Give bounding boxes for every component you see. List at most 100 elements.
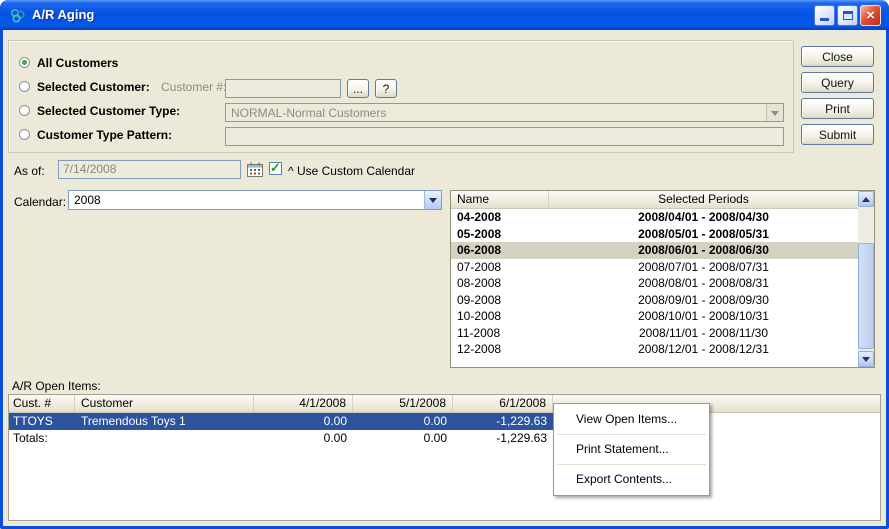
menu-item-view-open-items[interactable]: View Open Items... [555, 405, 708, 434]
period-row-08-2008[interactable]: 08-2008 2008/08/01 - 2008/08/31 [451, 275, 858, 292]
column-header-period2[interactable]: 5/1/2008 [353, 395, 453, 412]
period-row-04-2008[interactable]: 04-2008 2008/04/01 - 2008/04/30 [451, 209, 858, 226]
period-range: 2008/07/01 - 2008/07/31 [549, 259, 858, 276]
calendar-value: 2008 [74, 193, 421, 207]
periods-scrollbar[interactable] [858, 191, 874, 367]
close-icon: × [866, 8, 875, 23]
period-name: 07-2008 [451, 259, 549, 276]
customer-number-input[interactable] [225, 79, 341, 98]
period-row-12-2008[interactable]: 12-2008 2008/12/01 - 2008/12/31 [451, 341, 858, 358]
column-header-period1[interactable]: 4/1/2008 [254, 395, 353, 412]
period-name: 09-2008 [451, 292, 549, 309]
menu-item-print-statement[interactable]: Print Statement... [555, 435, 708, 464]
scrollbar-thumb[interactable] [858, 243, 874, 349]
customer-number-label: Customer #: [161, 80, 226, 94]
open-items-header: Cust. # Customer 4/1/2008 5/1/2008 6/1/2… [9, 395, 880, 413]
use-custom-calendar-checkbox[interactable]: ✓ [269, 162, 282, 175]
periods-list: 04-2008 2008/04/01 - 2008/04/30 05-2008 … [451, 209, 858, 367]
submit-button[interactable]: Submit [801, 124, 874, 145]
amount-cell-period2: 0.00 [353, 413, 453, 430]
menu-item-export-contents[interactable]: Export Contents... [555, 465, 708, 494]
periods-header: Name Selected Periods [451, 191, 858, 209]
period-name: 12-2008 [451, 341, 549, 358]
window-title: A/R Aging [32, 7, 94, 22]
customer-type-pattern-label: Customer Type Pattern: [37, 128, 172, 142]
customer-filter-groupbox: All Customers Selected Customer: Custome… [8, 40, 794, 153]
totals-period2: 0.00 [353, 430, 453, 447]
context-menu: View Open Items... Print Statement... Ex… [553, 403, 710, 496]
selected-customer-type-row: Selected Customer Type: NORMAL-Normal Cu… [9, 103, 793, 123]
customer-type-pattern-radio[interactable] [19, 129, 30, 140]
period-row-11-2008[interactable]: 11-2008 2008/11/01 - 2008/11/30 [451, 325, 858, 342]
arrow-down-icon [862, 357, 870, 366]
use-custom-calendar-label: ^ Use Custom Calendar [288, 164, 415, 178]
period-row-06-2008[interactable]: 06-2008 2008/06/01 - 2008/06/30 [451, 242, 858, 259]
column-header-period3[interactable]: 6/1/2008 [453, 395, 553, 412]
titlebar[interactable]: A/R Aging × [0, 0, 889, 30]
period-row-09-2008[interactable]: 09-2008 2008/09/01 - 2008/09/30 [451, 292, 858, 309]
periods-name-column-header[interactable]: Name [451, 191, 549, 208]
content-area: All Customers Selected Customer: Custome… [3, 30, 886, 526]
as-of-date-input[interactable]: 7/14/2008 [58, 160, 241, 179]
customer-type-dropdown[interactable]: NORMAL-Normal Customers [225, 103, 784, 122]
period-range: 2008/10/01 - 2008/10/31 [549, 308, 858, 325]
selected-customer-type-label: Selected Customer Type: [37, 104, 180, 118]
scroll-up-button[interactable] [858, 191, 874, 207]
customer-help-button[interactable]: ? [375, 79, 397, 98]
open-items-totals-row: Totals: 0.00 0.00 -1,229.63 [9, 430, 880, 447]
period-name: 11-2008 [451, 325, 549, 342]
periods-range-column-header[interactable]: Selected Periods [549, 191, 858, 208]
query-button[interactable]: Query [801, 72, 874, 93]
totals-period3: -1,229.63 [453, 430, 553, 447]
calendar-dropdown[interactable]: 2008 [68, 190, 442, 210]
period-range: 2008/09/01 - 2008/09/30 [549, 292, 858, 309]
maximize-icon [843, 11, 853, 20]
check-icon: ✓ [270, 160, 281, 176]
scroll-down-button[interactable] [858, 351, 874, 367]
selected-customer-type-radio[interactable] [19, 105, 30, 116]
open-items-row-ttoys[interactable]: TTOYS Tremendous Toys 1 0.00 0.00 -1,229… [9, 413, 553, 430]
open-items-table: Cust. # Customer 4/1/2008 5/1/2008 6/1/2… [8, 394, 881, 521]
period-range: 2008/12/01 - 2008/12/31 [549, 341, 858, 358]
column-header-customer[interactable]: Customer [75, 395, 254, 412]
customer-type-pattern-row: Customer Type Pattern: [9, 127, 793, 147]
all-customers-row: All Customers [9, 55, 793, 75]
chevron-down-icon [771, 111, 779, 120]
minimize-button[interactable] [814, 5, 835, 26]
totals-label: Totals: [9, 430, 75, 447]
selected-customer-radio[interactable] [19, 81, 30, 92]
period-name: 10-2008 [451, 308, 549, 325]
totals-period1: 0.00 [254, 430, 353, 447]
all-customers-label: All Customers [37, 56, 118, 70]
close-window-button[interactable]: × [860, 5, 881, 26]
customer-cell: Tremendous Toys 1 [75, 413, 254, 430]
open-items-label: A/R Open Items: [12, 379, 101, 393]
period-row-10-2008[interactable]: 10-2008 2008/10/01 - 2008/10/31 [451, 308, 858, 325]
period-range: 2008/04/01 - 2008/04/30 [549, 209, 858, 226]
customer-type-pattern-input[interactable] [225, 127, 784, 146]
close-button[interactable]: Close [801, 46, 874, 67]
selected-customer-row: Selected Customer: Customer #: ... ? [9, 79, 793, 99]
calendar-icon [247, 162, 263, 177]
period-row-07-2008[interactable]: 07-2008 2008/07/01 - 2008/07/31 [451, 259, 858, 276]
selected-periods-table: Name Selected Periods 04-2008 2008/04/01… [450, 190, 875, 368]
amount-cell-period1: 0.00 [254, 413, 353, 430]
maximize-button[interactable] [837, 5, 858, 26]
period-name: 04-2008 [451, 209, 549, 226]
period-name: 05-2008 [451, 226, 549, 243]
customer-type-dropdown-button[interactable] [766, 104, 783, 121]
period-row-05-2008[interactable]: 05-2008 2008/05/01 - 2008/05/31 [451, 226, 858, 243]
amount-cell-period3: -1,229.63 [453, 413, 553, 430]
customer-browse-button[interactable]: ... [347, 79, 369, 98]
print-button[interactable]: Print [801, 98, 874, 119]
date-picker-button[interactable] [245, 160, 265, 178]
calendar-label: Calendar: [14, 195, 66, 209]
chevron-down-icon [429, 198, 437, 207]
column-header-cust-number[interactable]: Cust. # [9, 395, 75, 412]
calendar-dropdown-button[interactable] [424, 191, 441, 209]
ar-aging-window: A/R Aging × All Customers Selected Custo… [0, 0, 889, 529]
all-customers-radio[interactable] [19, 57, 30, 68]
period-range: 2008/06/01 - 2008/06/30 [549, 242, 858, 259]
period-range: 2008/08/01 - 2008/08/31 [549, 275, 858, 292]
period-name: 08-2008 [451, 275, 549, 292]
